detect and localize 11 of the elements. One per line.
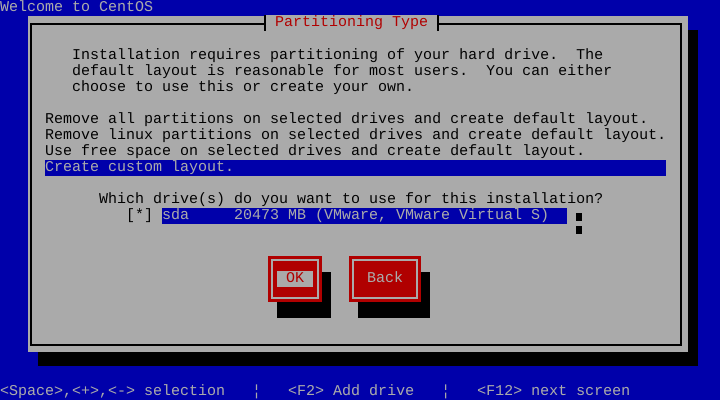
status-bar-hints: <Space>,<+>,<-> selection ¦ <F2> Add drive ¦ <F12> next screen bbox=[0, 384, 632, 400]
partition-option[interactable]: Remove linux partitions on selected drives and create default layout. bbox=[45, 128, 666, 144]
message-text: Installation requires partitioning of your hard drive. The default layout is reasonable for most users. You can either choose to use this or create your own. bbox=[72, 48, 614, 96]
drive-checkbox[interactable]: [*] bbox=[126, 208, 162, 224]
dialog-title: Partitioning Type bbox=[264, 15, 440, 31]
drive-item[interactable]: sda 20473 MB (VMware, VMware Virtual S) bbox=[162, 208, 567, 224]
partition-option[interactable]: Use free space on selected drives and create default layout. bbox=[45, 144, 666, 160]
partition-option[interactable]: Create custom layout. bbox=[45, 160, 666, 176]
drive-prompt: Which drive(s) do you want to use for this installation? bbox=[99, 192, 604, 208]
window-title: Welcome to CentOS bbox=[0, 0, 154, 16]
partition-option[interactable]: Remove all partitions on selected drives and create default layout. bbox=[45, 112, 666, 128]
